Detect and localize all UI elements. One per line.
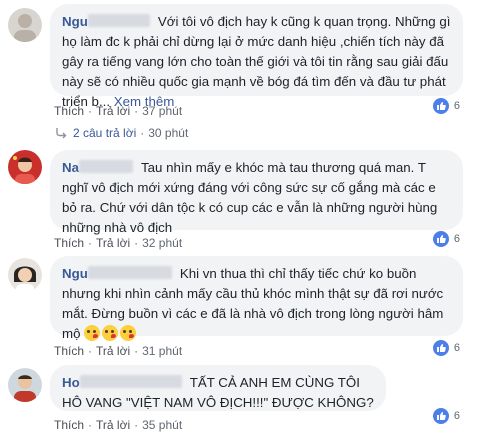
comment-actions: Thích · Trả lời · 31 phút <box>54 344 183 358</box>
like-reaction-icon <box>432 340 449 356</box>
reaction-count[interactable]: 6 <box>432 98 460 114</box>
reply-link[interactable]: Trả lời <box>96 344 130 358</box>
replies-timestamp[interactable]: 30 phút <box>148 126 188 140</box>
timestamp[interactable]: 32 phút <box>142 236 182 250</box>
replies-label[interactable]: 2 câu trả lời <box>73 126 136 140</box>
like-link[interactable]: Thích <box>54 418 84 432</box>
view-replies-link[interactable]: 2 câu trả lời · 30 phút <box>54 126 188 140</box>
reply-link[interactable]: Trả lời <box>96 236 130 250</box>
commenter-name[interactable]: Ngu <box>62 266 88 281</box>
comment-bubble: Ngu Khi vn thua thì chỉ thấy tiếc chứ ko … <box>50 256 463 341</box>
commenter-name[interactable]: Ho <box>62 375 80 390</box>
like-link[interactable]: Thích <box>54 104 84 118</box>
timestamp[interactable]: 35 phút <box>142 418 182 432</box>
comment-actions: Thích · Trả lời · 32 phút <box>54 236 183 250</box>
reaction-count[interactable]: 6 <box>432 408 460 424</box>
commenter-name[interactable]: Ngu <box>62 14 88 29</box>
comment-actions: Thích · Trả lời · 35 phút <box>54 418 183 432</box>
reply-arrow-icon <box>56 128 67 139</box>
avatar[interactable] <box>8 258 42 292</box>
redacted-name <box>87 14 150 27</box>
like-link[interactable]: Thích <box>54 344 84 358</box>
avatar[interactable] <box>8 150 42 184</box>
reply-link[interactable]: Trả lời <box>96 104 130 118</box>
kissing-heart-emoji <box>84 325 101 341</box>
reply-link[interactable]: Trả lời <box>96 418 130 432</box>
comment-actions: Thích · Trả lời · 37 phút <box>54 104 183 118</box>
reaction-count[interactable]: 6 <box>432 231 460 247</box>
redacted-name <box>79 375 182 388</box>
comment-bubble: Ngu Với tôi vô địch hay k cũng k quan trọ… <box>50 4 463 109</box>
avatar[interactable] <box>8 8 42 42</box>
commenter-name[interactable]: Na <box>62 160 79 175</box>
avatar[interactable] <box>8 368 42 402</box>
reaction-count[interactable]: 6 <box>432 340 460 356</box>
like-link[interactable]: Thích <box>54 236 84 250</box>
comment-bubble: Na Tau nhìn mấy e khóc mà tau thương quá … <box>50 150 463 235</box>
timestamp[interactable]: 31 phút <box>142 344 182 358</box>
like-reaction-icon <box>432 231 449 247</box>
like-reaction-icon <box>432 98 449 114</box>
kissing-heart-emoji <box>120 325 137 341</box>
like-reaction-icon <box>432 408 449 424</box>
redacted-name <box>79 160 133 173</box>
kissing-heart-emoji <box>102 325 119 341</box>
timestamp[interactable]: 37 phút <box>142 104 182 118</box>
comment-bubble: Ho TẤT CẢ ANH EM CÙNG TÔI HÔ VANG "VIỆT N… <box>50 365 386 411</box>
redacted-name <box>87 266 172 279</box>
